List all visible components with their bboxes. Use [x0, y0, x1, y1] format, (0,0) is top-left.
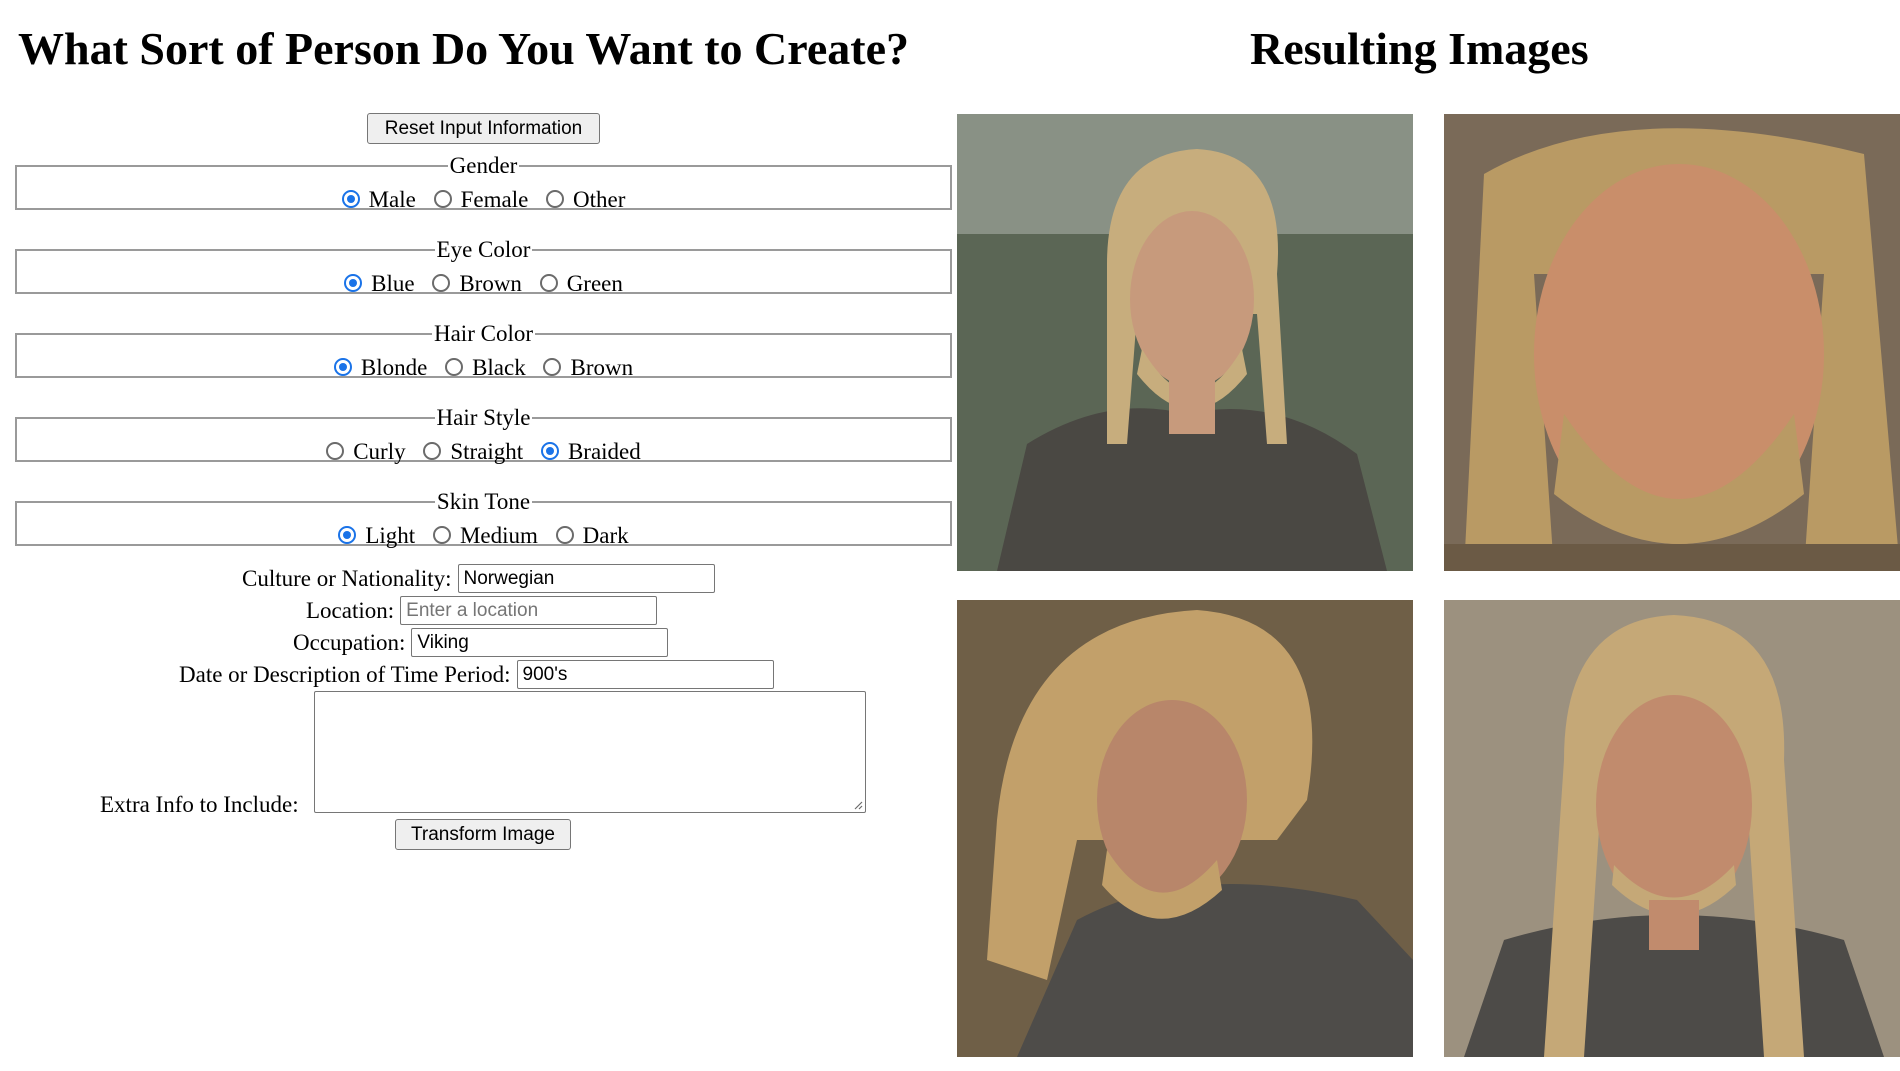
- radio-button[interactable]: [543, 358, 562, 376]
- portrait-illustration: [957, 114, 1413, 571]
- option-label: Braided: [567, 439, 641, 464]
- hair-color-legend: Hair Color: [433, 321, 533, 346]
- gender-legend: Gender: [449, 153, 518, 178]
- reset-input-button[interactable]: Reset Input Information: [367, 113, 600, 144]
- skin-tone-legend: Skin Tone: [436, 489, 531, 514]
- radio-button[interactable]: [433, 190, 452, 208]
- radio-button[interactable]: [333, 358, 352, 376]
- radio-button[interactable]: [338, 526, 357, 544]
- portrait-illustration: [1444, 114, 1900, 571]
- radio-button[interactable]: [341, 190, 360, 208]
- option-label: Other: [573, 187, 626, 212]
- portrait-illustration: [1444, 600, 1900, 1057]
- eye-color-legend: Eye Color: [436, 237, 531, 262]
- extra-info-textarea[interactable]: [314, 691, 866, 813]
- hair-style-group: Hair Style Curly Straight Braided: [15, 405, 952, 464]
- culture-label: Culture or Nationality:: [242, 565, 452, 591]
- skin-tone-option-light[interactable]: Light: [338, 522, 415, 550]
- radio-button[interactable]: [423, 442, 442, 460]
- option-label: Brown: [459, 271, 522, 296]
- result-image-4: [1444, 600, 1900, 1057]
- option-label: Brown: [570, 355, 634, 380]
- option-label: Blonde: [360, 355, 428, 380]
- time-period-label: Date or Description of Time Period:: [179, 661, 511, 687]
- resize-grip-icon[interactable]: [853, 800, 863, 810]
- skin-tone-group: Skin Tone Light Medium Dark: [15, 489, 952, 548]
- radio-button[interactable]: [432, 274, 451, 292]
- skin-tone-option-dark[interactable]: Dark: [555, 522, 629, 550]
- location-row: Location: Enter a location: [306, 596, 658, 626]
- gender-group: Gender Male Female Other: [15, 153, 952, 212]
- option-label: Light: [365, 523, 416, 548]
- portrait-illustration: [957, 600, 1413, 1057]
- skin-tone-option-medium[interactable]: Medium: [432, 522, 538, 550]
- gender-option-other[interactable]: Other: [546, 186, 625, 214]
- hair-style-legend: Hair Style: [436, 405, 531, 430]
- results-title: Resulting Images: [1250, 23, 1589, 74]
- occupation-label: Occupation:: [293, 629, 406, 655]
- option-label: Blue: [371, 271, 415, 296]
- radio-button[interactable]: [555, 526, 574, 544]
- hair-color-group: Hair Color Blonde Black Brown: [15, 321, 952, 380]
- radio-button[interactable]: [540, 442, 559, 460]
- occupation-row: Occupation: Viking: [293, 628, 669, 658]
- eye-color-option-blue[interactable]: Blue: [344, 270, 415, 298]
- occupation-input[interactable]: Viking: [411, 628, 669, 658]
- page-title: What Sort of Person Do You Want to Creat…: [18, 23, 909, 74]
- option-label: Female: [460, 187, 529, 212]
- location-label: Location:: [306, 597, 395, 623]
- hair-color-option-brown[interactable]: Brown: [543, 354, 633, 382]
- hair-style-option-braided[interactable]: Braided: [540, 438, 641, 466]
- culture-input[interactable]: Norwegian: [457, 564, 715, 594]
- result-image-2: [1444, 114, 1900, 571]
- eye-color-option-green[interactable]: Green: [539, 270, 623, 298]
- radio-button[interactable]: [546, 190, 565, 208]
- hair-color-option-blonde[interactable]: Blonde: [333, 354, 428, 382]
- option-label: Male: [368, 187, 416, 212]
- time-period-input[interactable]: 900's: [516, 660, 774, 690]
- extra-info-label: Extra Info to Include:: [100, 792, 299, 817]
- option-label: Black: [472, 355, 526, 380]
- location-input[interactable]: Enter a location: [400, 596, 658, 626]
- option-label: Curly: [353, 439, 406, 464]
- option-label: Medium: [459, 523, 538, 548]
- option-label: Straight: [450, 439, 524, 464]
- hair-style-option-curly[interactable]: Curly: [326, 438, 406, 466]
- gender-option-male[interactable]: Male: [341, 186, 416, 214]
- radio-button[interactable]: [539, 274, 558, 292]
- transform-image-button[interactable]: Transform Image: [395, 819, 571, 850]
- eye-color-option-brown[interactable]: Brown: [432, 270, 522, 298]
- option-label: Green: [566, 271, 623, 296]
- hair-style-option-straight[interactable]: Straight: [423, 438, 523, 466]
- result-image-3: [957, 600, 1413, 1057]
- gender-option-female[interactable]: Female: [433, 186, 529, 214]
- time-period-row: Date or Description of Time Period: 900's: [179, 660, 774, 690]
- result-image-1: [957, 114, 1413, 571]
- option-label: Dark: [582, 523, 629, 548]
- radio-button[interactable]: [445, 358, 464, 376]
- culture-row: Culture or Nationality: Norwegian: [242, 564, 715, 594]
- radio-button[interactable]: [432, 526, 451, 544]
- radio-button[interactable]: [326, 442, 345, 460]
- eye-color-group: Eye Color Blue Brown Green: [15, 237, 952, 296]
- hair-color-option-black[interactable]: Black: [445, 354, 526, 382]
- radio-button[interactable]: [344, 274, 363, 292]
